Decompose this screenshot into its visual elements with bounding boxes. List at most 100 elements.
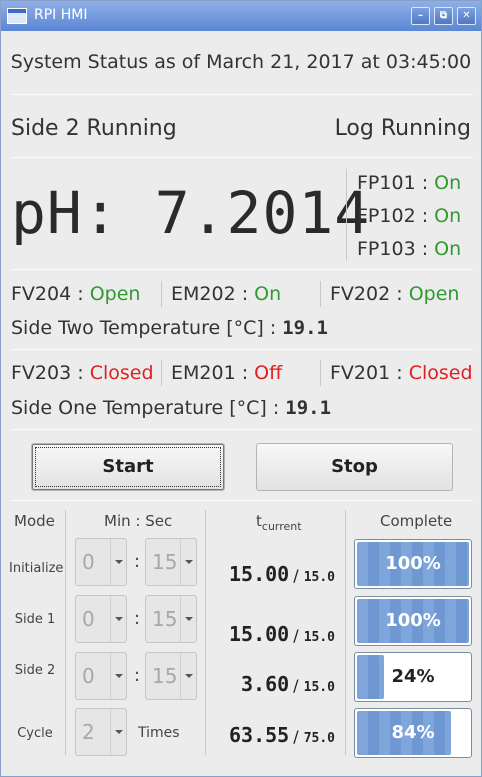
close-button[interactable]: ✕ (457, 7, 476, 25)
fp-state: On (434, 238, 462, 260)
seconds-spinner[interactable]: 15 (145, 538, 197, 586)
valve-name: FV202 : (330, 283, 403, 305)
cycle-count-spinner[interactable]: 2 (75, 708, 127, 756)
fv204-status: FV204 : Open (11, 283, 140, 305)
stop-button[interactable]: Stop (256, 443, 453, 491)
ph-readout: pH: 7.2014 (11, 179, 370, 247)
chevron-down-icon[interactable] (110, 596, 126, 642)
side-two-temperature: Side Two Temperature [°C] :19.1 (11, 317, 328, 339)
divider (11, 157, 473, 158)
time-separator: : (134, 608, 141, 629)
chevron-down-icon[interactable] (180, 539, 196, 585)
valve-state: Open (89, 283, 141, 305)
fp-name: FP102 : (357, 205, 429, 227)
divider (11, 500, 473, 501)
divider (11, 269, 473, 270)
app-window: RPI HMI – ⧉ ✕ System Status as of March … (0, 0, 482, 777)
divider (65, 510, 66, 755)
tcurrent-value: 3.60/ 15.0 (241, 672, 335, 696)
fp103-status: FP103 : On (357, 238, 461, 260)
spinner-value: 0 (82, 664, 95, 688)
temperature-label: Side One Temperature [°C] : (11, 397, 280, 419)
mode-label: Initialize (9, 561, 64, 576)
tcurrent-number: 15.00 (229, 622, 290, 646)
seconds-spinner[interactable]: 15 (145, 595, 197, 643)
valve-state: Open (408, 283, 460, 305)
temperature-value: 19.1 (282, 317, 328, 339)
tcurrent-header: tcurrent (256, 512, 302, 533)
divider (11, 429, 473, 430)
tcurrent-max: 15.0 (303, 680, 335, 695)
tcurrent-number: 3.60 (241, 672, 290, 696)
minsec-header: Min : Sec (104, 512, 173, 530)
valve-state: Off (254, 362, 283, 384)
progress-label: 100% (385, 553, 441, 574)
spinner-value: 15 (152, 550, 178, 574)
tcurrent-max: 15.0 (303, 630, 336, 645)
seconds-spinner[interactable]: 15 (145, 652, 197, 700)
progress-label: 100% (385, 610, 441, 631)
chevron-down-icon[interactable] (180, 653, 196, 699)
fp-state: On (434, 172, 462, 194)
progress-bar: 100% (354, 596, 472, 646)
progress-label: 84% (391, 722, 435, 743)
log-running-status: Log Running (334, 116, 471, 141)
minutes-spinner[interactable]: 0 (75, 538, 127, 586)
side-running-status: Side 2 Running (11, 116, 177, 141)
mode-header: Mode (14, 512, 55, 530)
chevron-down-icon[interactable] (110, 709, 126, 755)
spinner-value: 0 (82, 550, 95, 574)
divider (11, 349, 473, 350)
divider (205, 510, 206, 755)
divider (320, 360, 321, 386)
chevron-down-icon[interactable] (110, 653, 126, 699)
fv201-status: FV201 : Closed (330, 362, 473, 384)
start-button[interactable]: Start (31, 443, 225, 491)
minutes-spinner[interactable]: 0 (75, 652, 127, 700)
title-bar[interactable]: RPI HMI – ⧉ ✕ (1, 1, 481, 31)
valve-name: FV203 : (11, 362, 84, 384)
progress-bar: 24% (354, 652, 472, 702)
em202-status: EM202 : On (171, 283, 281, 305)
minimize-button[interactable]: – (411, 7, 430, 25)
mode-label: Side 2 (14, 663, 56, 678)
spinner-value: 2 (82, 720, 95, 744)
fp102-status: FP102 : On (357, 205, 461, 227)
window-title: RPI HMI (34, 7, 88, 23)
progress-bar: 100% (354, 539, 472, 589)
time-separator: : (134, 665, 141, 686)
tcurrent-max: 75.0 (303, 731, 336, 746)
tcurrent-value: 63.55/ 75.0 (229, 723, 336, 747)
minutes-spinner[interactable]: 0 (75, 595, 127, 643)
valve-name: FV201 : (330, 362, 403, 384)
tcurrent-number: 63.55 (229, 723, 290, 747)
chevron-down-icon[interactable] (110, 539, 126, 585)
time-separator: : (134, 551, 141, 572)
temperature-label: Side Two Temperature [°C] : (11, 317, 277, 339)
maximize-button[interactable]: ⧉ (434, 7, 453, 25)
tcurrent-max: 15.0 (303, 570, 336, 585)
valve-state: Closed (89, 362, 154, 384)
valve-name: FV204 : (11, 283, 84, 305)
chevron-down-icon[interactable] (180, 596, 196, 642)
divider (320, 281, 321, 307)
fv203-status: FV203 : Closed (11, 362, 154, 384)
progress-bar: 84% (354, 708, 472, 758)
divider (11, 94, 473, 95)
spinner-value: 0 (82, 607, 95, 631)
tcurrent-value: 15.00/ 15.0 (229, 562, 336, 586)
mode-label: Cycle (17, 726, 53, 741)
divider (345, 510, 346, 755)
ph-label: pH: (11, 179, 119, 247)
valve-name: EM202 : (171, 283, 249, 305)
fv202-status: FV202 : Open (330, 283, 459, 305)
tcurrent-number: 15.00 (229, 562, 290, 586)
temperature-value: 19.1 (285, 397, 332, 419)
spinner-value: 15 (152, 607, 178, 631)
spinner-value: 15 (152, 664, 178, 688)
tcurrent-subscript: current (261, 520, 302, 533)
progress-label: 24% (391, 666, 435, 687)
side-one-temperature: Side One Temperature [°C] :19.1 (11, 397, 331, 419)
system-status-text: System Status as of March 21, 2017 at 03… (10, 51, 472, 73)
fp-name: FP103 : (357, 238, 429, 260)
